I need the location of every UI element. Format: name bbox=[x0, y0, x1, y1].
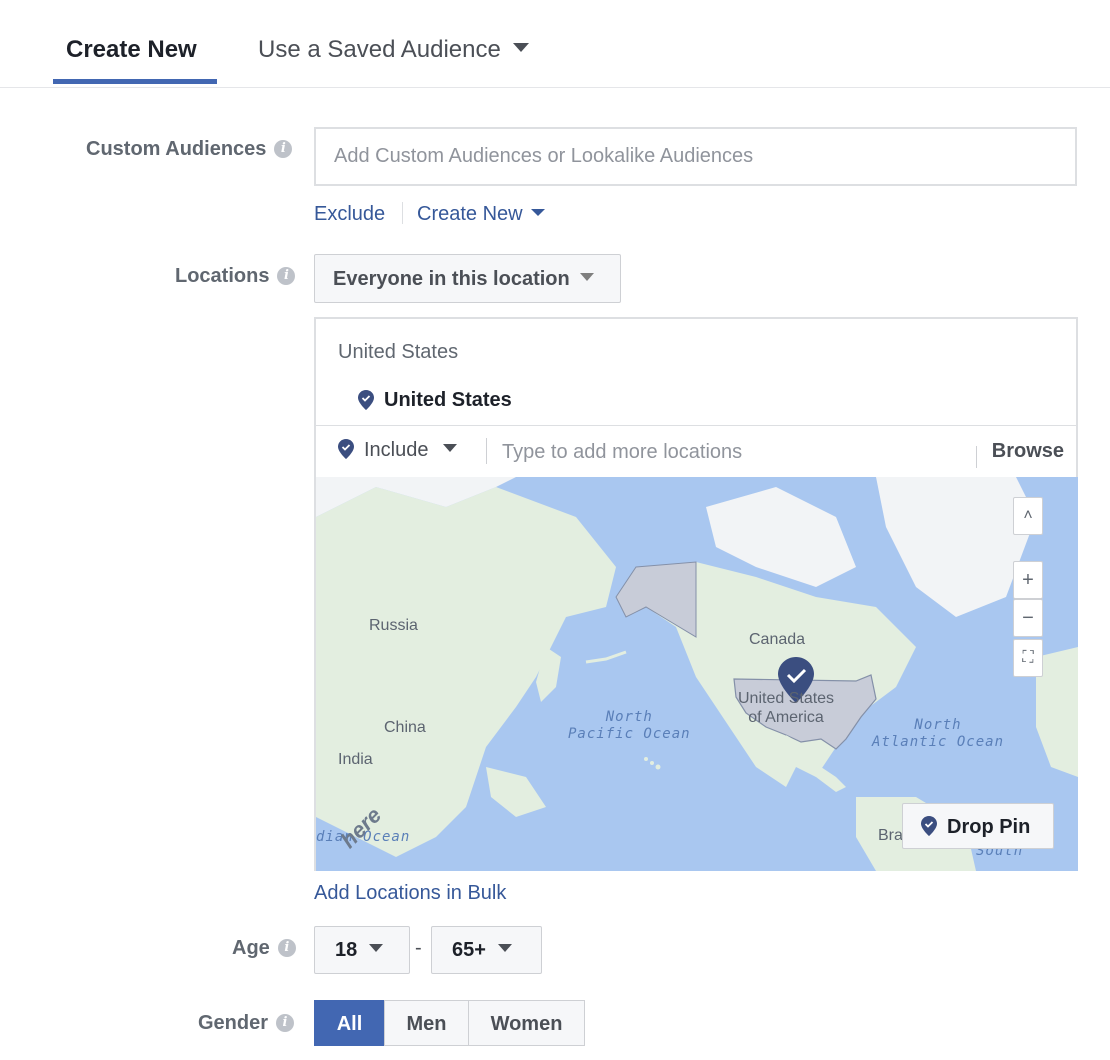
map-label-usa-line1: United States bbox=[738, 690, 835, 707]
map-ocean-north-pacific: North Pacific Ocean bbox=[568, 709, 691, 743]
add-locations-bulk-link[interactable]: Add Locations in Bulk bbox=[314, 882, 506, 905]
chevron-down-icon bbox=[497, 943, 512, 952]
map-label-canada: Canada bbox=[749, 631, 806, 648]
create-new-audience-label: Create New bbox=[417, 203, 523, 225]
tab-create-new[interactable]: Create New bbox=[66, 36, 197, 64]
map-label-usa: United States of America bbox=[738, 689, 834, 727]
age-min-value: 18 bbox=[335, 939, 358, 961]
age-min-dropdown[interactable]: 18 bbox=[314, 926, 410, 974]
gender-men-button[interactable]: Men bbox=[384, 1000, 469, 1046]
locations-label-text: Locations bbox=[175, 265, 270, 287]
zoom-out-button[interactable]: − bbox=[1013, 599, 1043, 637]
location-type-dropdown[interactable]: Everyone in this location bbox=[314, 254, 621, 303]
ocean-label-line1: North bbox=[605, 709, 653, 725]
gender-label: Gender i bbox=[198, 1012, 295, 1035]
location-type-label: Everyone in this location bbox=[333, 268, 570, 290]
age-max-value: 65+ bbox=[452, 939, 486, 961]
map-label-russia: Russia bbox=[369, 617, 418, 634]
chevron-down-icon bbox=[369, 943, 384, 952]
create-new-audience-link[interactable]: Create New bbox=[417, 203, 545, 226]
gender-all-button[interactable]: All bbox=[314, 1000, 385, 1046]
location-pin-icon bbox=[921, 815, 937, 836]
info-icon[interactable]: i bbox=[277, 267, 296, 285]
chevron-down-icon bbox=[530, 209, 545, 217]
browse-button[interactable]: Browse bbox=[992, 440, 1064, 463]
map-ocean-north-atlantic: North Atlantic Ocean bbox=[872, 717, 1004, 751]
age-separator: - bbox=[415, 937, 422, 959]
custom-audiences-label-text: Custom Audiences bbox=[86, 138, 267, 160]
locations-label: Locations i bbox=[175, 265, 296, 288]
map-collapse-button[interactable]: ˄ bbox=[1013, 497, 1043, 535]
divider bbox=[486, 438, 487, 464]
location-pin-icon bbox=[358, 389, 374, 410]
info-icon[interactable]: i bbox=[274, 140, 293, 158]
location-map[interactable]: Russia Canada China India United States … bbox=[316, 477, 1078, 871]
selected-location-label: United States bbox=[384, 389, 512, 411]
zoom-in-button[interactable]: + bbox=[1013, 561, 1043, 599]
exclude-link[interactable]: Exclude bbox=[314, 203, 385, 226]
link-divider bbox=[402, 202, 403, 224]
age-label-text: Age bbox=[232, 937, 270, 959]
map-label-brazil: Bra bbox=[878, 827, 903, 844]
map-label-india: India bbox=[338, 751, 373, 768]
chevron-down-icon bbox=[512, 43, 529, 53]
custom-audiences-label: Custom Audiences i bbox=[86, 138, 293, 161]
ocean-label-line1: North bbox=[914, 717, 962, 733]
gender-label-text: Gender bbox=[198, 1012, 269, 1034]
location-selector: United States United States Include Brow… bbox=[314, 317, 1078, 871]
tab-active-indicator bbox=[53, 79, 217, 84]
location-search-input[interactable] bbox=[502, 436, 962, 468]
include-dropdown[interactable]: Include bbox=[338, 438, 457, 462]
tab-use-saved-audience-label: Use a Saved Audience bbox=[258, 36, 501, 63]
include-label: Include bbox=[364, 439, 429, 461]
custom-audiences-input[interactable] bbox=[314, 127, 1077, 186]
fit-bounds-icon[interactable]: ⛶ bbox=[1013, 639, 1043, 677]
audience-tabs: Create New Use a Saved Audience bbox=[0, 0, 1110, 88]
map-label-usa-line2: of America bbox=[748, 709, 824, 726]
age-max-dropdown[interactable]: 65+ bbox=[431, 926, 542, 974]
drop-pin-label: Drop Pin bbox=[947, 816, 1031, 838]
info-icon[interactable]: i bbox=[276, 1014, 295, 1032]
drop-pin-button[interactable]: Drop Pin bbox=[902, 803, 1054, 849]
chevron-down-icon bbox=[579, 272, 594, 281]
selected-location[interactable]: United States bbox=[358, 389, 512, 412]
location-pin-icon bbox=[338, 438, 354, 459]
chevron-down-icon bbox=[442, 443, 457, 452]
map-label-china: China bbox=[384, 719, 426, 736]
ocean-label-line2: Pacific Ocean bbox=[568, 726, 691, 742]
location-group-header: United States bbox=[338, 341, 459, 363]
age-label: Age i bbox=[232, 937, 296, 960]
tab-use-saved-audience[interactable]: Use a Saved Audience bbox=[258, 36, 529, 64]
divider bbox=[976, 446, 977, 468]
gender-women-button[interactable]: Women bbox=[468, 1000, 585, 1046]
location-search-row: Include Browse bbox=[316, 426, 1078, 478]
info-icon[interactable]: i bbox=[277, 939, 296, 957]
ocean-label-line2: Atlantic Ocean bbox=[872, 734, 1005, 750]
